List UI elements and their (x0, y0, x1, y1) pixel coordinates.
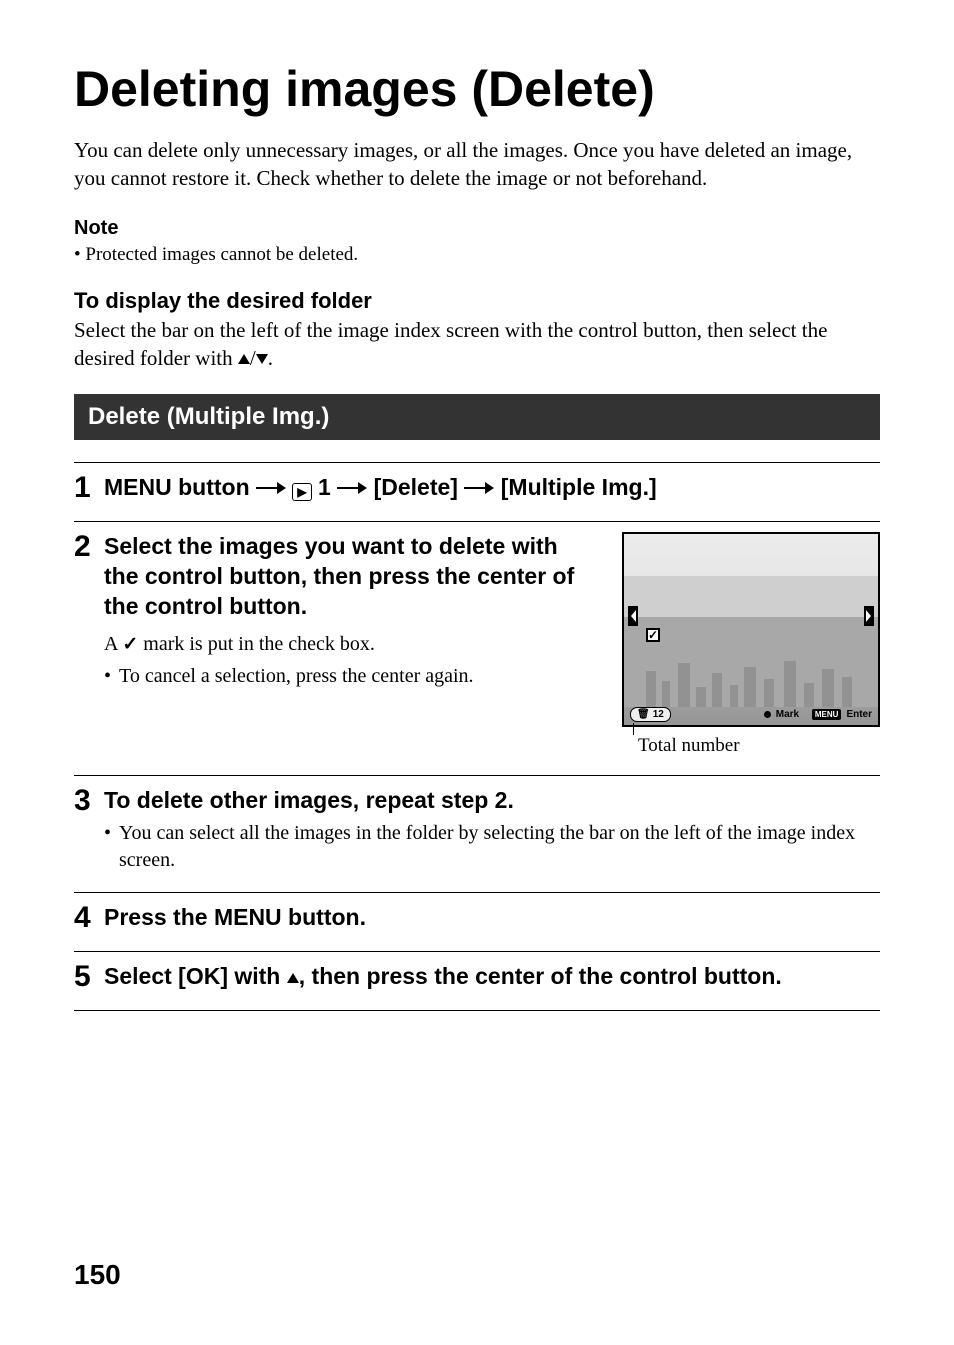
step-3-number: 3 (74, 786, 96, 816)
step-1: 1 MENU button ▶ 1 [Delete] [Multiple Img… (74, 462, 880, 503)
step-2-bullet: • To cancel a selection, press the cente… (104, 663, 598, 690)
total-count-value: 12 (653, 709, 664, 720)
note-body: • Protected images cannot be deleted. (74, 244, 880, 266)
triangle-up-icon (238, 354, 250, 364)
step-5: 5 Select [OK] with , then press the cent… (74, 951, 880, 992)
folder-body-b: . (268, 346, 273, 370)
step-3: 3 To delete other images, repeat step 2.… (74, 775, 880, 874)
step-3-head: To delete other images, repeat step 2. (104, 786, 514, 816)
step-2-subtext: A ✓ mark is put in the check box. (104, 630, 598, 659)
step-2-number: 2 (74, 532, 96, 622)
step-2-sub-b: mark is put in the check box. (138, 633, 375, 655)
step-5-head-a: Select [OK] with (104, 963, 287, 989)
step-3-bullet-text: You can select all the images in the fol… (119, 820, 880, 874)
folder-body-a: Select the bar on the left of the image … (74, 318, 827, 370)
next-image-icon (864, 606, 874, 626)
step-1-menu-num: 1 (318, 474, 337, 500)
checkmark-icon: ✓ (122, 632, 138, 659)
step-1-multi: [Multiple Img.] (501, 474, 657, 500)
page-number: 150 (74, 1259, 121, 1291)
step-1-lead: MENU button (104, 474, 256, 500)
step-4: 4 Press the MENU button. (74, 892, 880, 933)
bullet-icon: • (104, 663, 111, 690)
folder-body: Select the bar on the left of the image … (74, 316, 880, 373)
step-1-delete: [Delete] (374, 474, 465, 500)
total-count-badge: 🗑 12 (630, 707, 671, 722)
trash-icon: 🗑 (637, 709, 650, 720)
selection-checkbox-icon: ✓ (646, 628, 660, 642)
figure-caption: Total number (638, 735, 880, 757)
menu-button-icon: MENU (812, 709, 842, 720)
center-button-icon (764, 711, 771, 718)
step-4-number: 4 (74, 903, 96, 933)
step-2-sub-a: A (104, 633, 122, 655)
playback-icon: ▶ (292, 483, 311, 501)
page-title: Deleting images (Delete) (74, 60, 880, 118)
step-4-head: Press the MENU button. (104, 903, 366, 933)
step-5-head-b: , then press the center of the control b… (299, 963, 782, 989)
step-2-bullet-text: To cancel a selection, press the center … (119, 663, 474, 690)
section-banner: Delete (Multiple Img.) (74, 394, 880, 440)
step-1-head: MENU button ▶ 1 [Delete] [Multiple Img.] (104, 473, 657, 503)
bottom-rule (74, 1010, 880, 1011)
step-5-number: 5 (74, 962, 96, 992)
mark-label: Mark (776, 709, 799, 720)
bullet-icon: • (104, 820, 111, 874)
note-text: Protected images cannot be deleted. (85, 244, 358, 265)
intro-paragraph: You can delete only unnecessary images, … (74, 136, 880, 193)
arrow-right-icon (464, 482, 494, 494)
triangle-down-icon (256, 354, 268, 364)
prev-image-icon (628, 606, 638, 626)
note-heading: Note (74, 217, 880, 240)
arrow-right-icon (256, 482, 286, 494)
enter-label: Enter (846, 709, 872, 720)
step-1-number: 1 (74, 473, 96, 503)
step-2: 2 Select the images you want to delete w… (74, 521, 880, 757)
step-3-bullet: • You can select all the images in the f… (104, 820, 880, 874)
triangle-up-icon (287, 973, 299, 983)
folder-heading: To display the desired folder (74, 288, 880, 314)
step-5-head: Select [OK] with , then press the center… (104, 962, 782, 992)
step-2-head: Select the images you want to delete wit… (104, 532, 598, 622)
arrow-right-icon (337, 482, 367, 494)
camera-display-figure: ✓ 🗑 12 Mark MENU Enter (622, 532, 880, 727)
